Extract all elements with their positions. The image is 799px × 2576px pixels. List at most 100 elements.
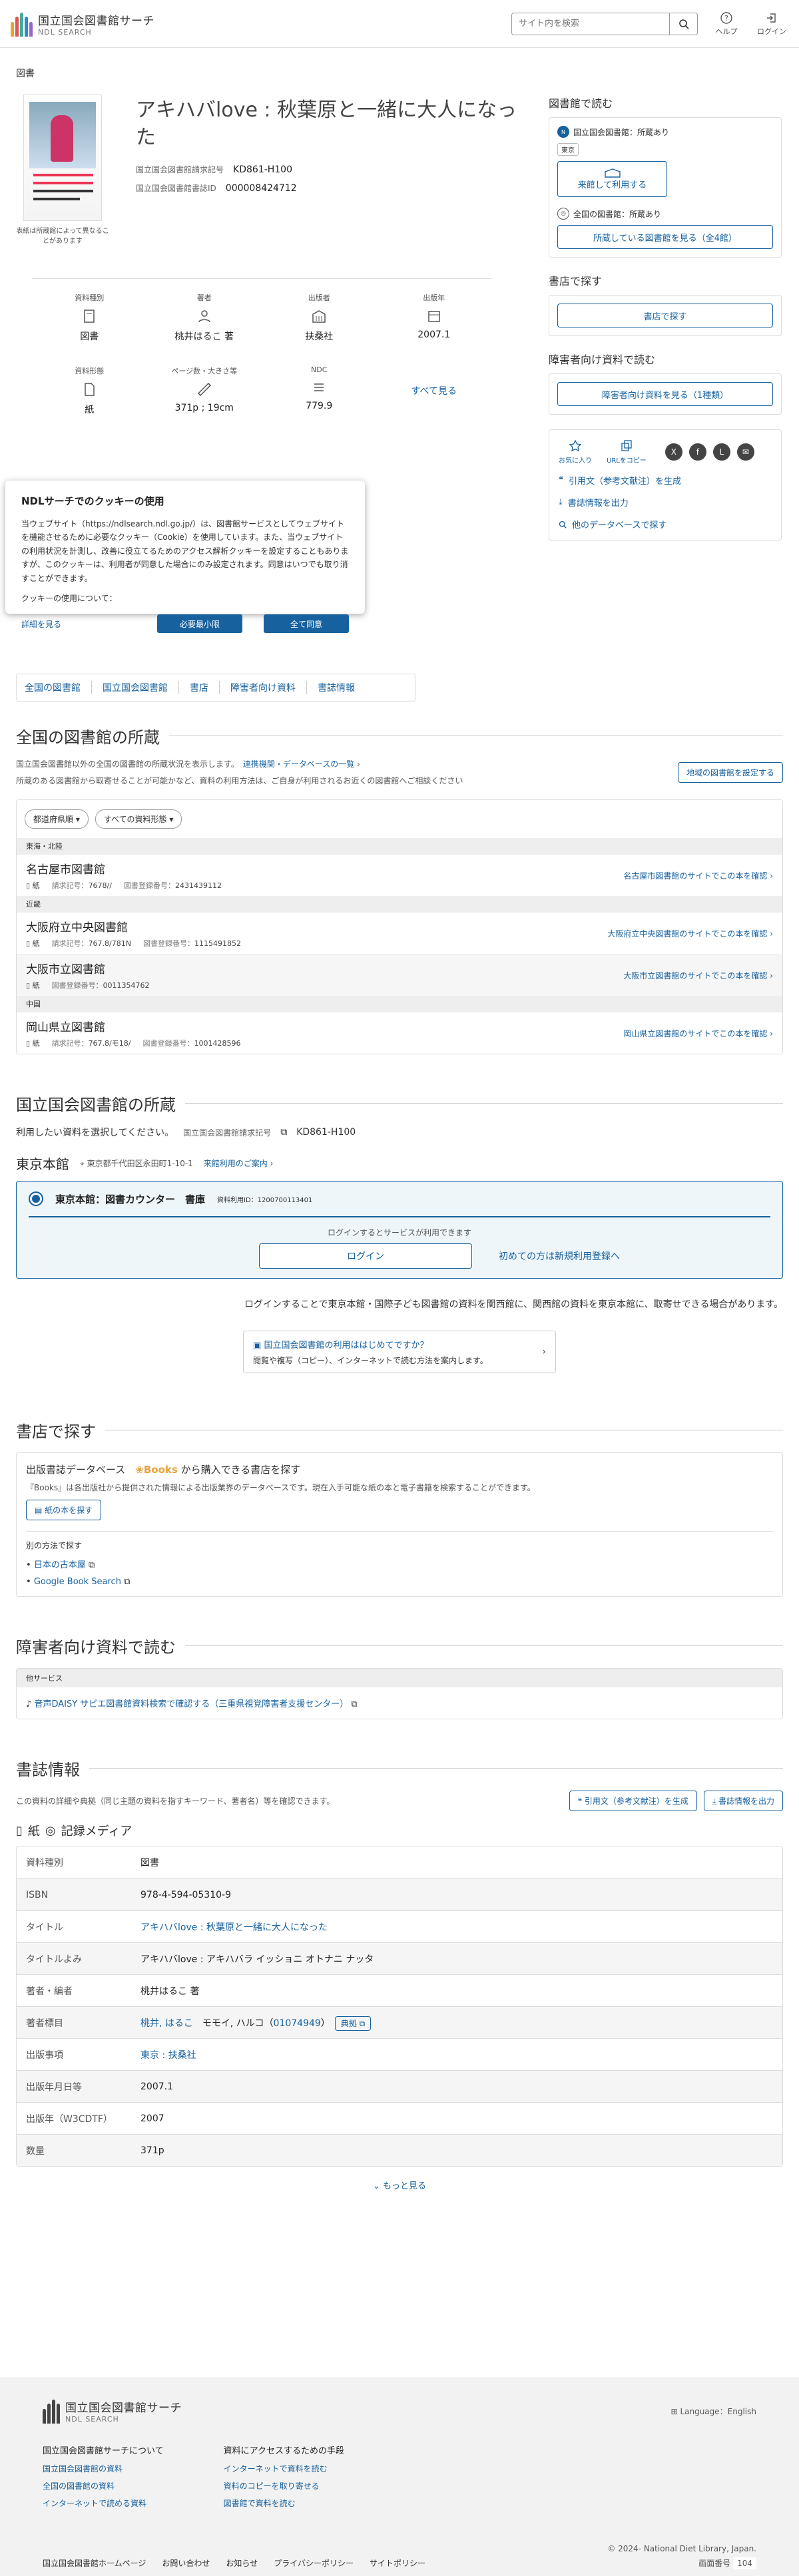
x-share-icon[interactable]: X (665, 443, 682, 461)
copy-url-button[interactable]: URLをコピー (607, 439, 647, 465)
nav-store[interactable]: 書店 (190, 681, 208, 694)
national-holdings-title: 全国の図書館の所蔵 (16, 724, 783, 748)
footer-link[interactable]: 全国の図書館の資料 (43, 2480, 164, 2491)
partner-list-link[interactable]: 連携機関・データベースの一覧 (243, 759, 354, 769)
search-button[interactable] (669, 13, 697, 35)
see-all-link[interactable]: すべて見る (388, 365, 481, 416)
footer-link[interactable]: 資料のコピーを取り寄せる (224, 2480, 344, 2491)
mail-share-icon[interactable]: ✉ (736, 443, 754, 461)
logo-icon (43, 2398, 60, 2424)
call-number-label: 国立国会図書館請求記号 (136, 165, 224, 174)
title-link[interactable]: アキハバlove : 秋葉原と一緒に大人になった (140, 1922, 328, 1933)
visit-guide-link[interactable]: 来館利用のご案内 › (204, 1158, 274, 1169)
format-filter-dropdown[interactable]: すべての資料形態 ▾ (95, 809, 182, 829)
authority-button[interactable]: 典拠 ⧉ (334, 2016, 372, 2031)
disability-title: 障害者向け資料で読む (16, 1634, 783, 1657)
paper-icon: ▯ 紙 (26, 939, 40, 948)
item-id: 資料利用ID：1200700113401 (217, 1196, 313, 1204)
ruler-icon (158, 380, 251, 399)
disability-panel: 他サービス ♪ 音声DAISY サピエ図書館資料検索で確認する（三重県視覚障害者… (16, 1668, 783, 1719)
footer-bottom-link[interactable]: 国立国会図書館ホームページ (43, 2559, 146, 2568)
footer-link[interactable]: インターネットで資料を読む (224, 2463, 344, 2474)
language-switch[interactable]: ⊞ Language：English (671, 2406, 756, 2417)
google-books-link[interactable]: Google Book Search (34, 1577, 121, 1587)
authority-id-link[interactable]: 01074949 (274, 2018, 321, 2029)
screen-number: 104 (733, 2557, 756, 2569)
store-desc: 『Books』は各出版社から提供された情報による出版業界のデータベースです。現在… (26, 1483, 535, 1492)
national-desc2: 所蔵のある図書館から取寄せることが可能かなど、資料の利用方法は、ご自身が利用され… (16, 776, 463, 785)
building-icon (604, 168, 621, 178)
nav-ndl[interactable]: 国立国会図書館 (103, 681, 168, 694)
login-button[interactable]: ログイン (259, 1243, 472, 1269)
set-region-button[interactable]: 地域の図書館を設定する (677, 761, 783, 783)
nav-disability[interactable]: 障害者向け資料 (230, 681, 296, 694)
disability-button[interactable]: 障害者向け資料を見る（1種類） (557, 382, 773, 406)
chevron-right-icon: › (542, 1347, 546, 1357)
footer-col1-title: 国立国会図書館サーチについて (43, 2446, 164, 2456)
cookie-title: NDLサーチでのクッキーの使用 (21, 495, 164, 507)
cookie-minimum-button[interactable]: 必要最小限 (157, 614, 242, 634)
all-libraries-button[interactable]: 所蔵している図書館を見る（全4館） (557, 225, 773, 249)
facebook-share-icon[interactable]: f (688, 443, 706, 461)
help-button[interactable]: ? ヘルプ (710, 11, 743, 37)
biblio-desc: この資料の詳細や典拠（同じ主題の資料を指すキーワード、著者名）等を確認できます。 (16, 1797, 335, 1806)
kosho-link[interactable]: 日本の古本屋 (34, 1560, 86, 1570)
item-radio[interactable] (29, 1191, 43, 1206)
library-site-link[interactable]: 大阪市立図書館のサイトでこの本を確認 › (623, 970, 773, 981)
nav-national-libraries[interactable]: 全国の図書館 (25, 681, 81, 694)
chevron-down-icon: ⌄ (372, 2181, 380, 2191)
cite-button[interactable]: ❝ 引用文（参考文献注）を生成 (569, 1791, 697, 1811)
library-site-link[interactable]: 大阪府立中央図書館のサイトでこの本を確認 › (607, 928, 773, 939)
cite-link[interactable]: ❝ 引用文（参考文献注）を生成 (559, 474, 772, 487)
nav-bibliography[interactable]: 書誌情報 (318, 681, 355, 694)
prefecture-sort-dropdown[interactable]: 都道府県順 ▾ (25, 809, 89, 829)
fact-type: 資料種別 図書 (43, 292, 136, 343)
footer-link[interactable]: インターネットで読める資料 (43, 2497, 164, 2509)
person-icon (158, 307, 251, 325)
search-input[interactable] (512, 13, 669, 35)
cookie-details-link[interactable]: 詳細を見る (21, 618, 61, 630)
visit-library-button[interactable]: 来館して利用する (557, 161, 667, 197)
library-row: 大阪市立図書館 ▯ 紙図書登録番号：0011354762 大阪市立図書館のサイトでこ… (17, 954, 782, 996)
publisher-link[interactable]: 東京 : 扶桑社 (140, 2050, 196, 2061)
favorite-button[interactable]: お気に入り (559, 439, 592, 465)
find-paper-book-button[interactable]: ▤ 紙の本を探す (26, 1500, 102, 1520)
library-name: 名古屋市図書館 (26, 863, 105, 877)
help-label: ヘルプ (715, 27, 738, 36)
footer-logo[interactable]: 国立国会図書館サーチ NDL SEARCH (43, 2398, 182, 2424)
library-site-link[interactable]: 岡山県立図書館のサイトでこの本を確認 › (623, 1028, 773, 1039)
register-link[interactable]: 初めての方は新規利用登録へ (499, 1249, 620, 1263)
footer-link[interactable]: 国立国会図書館の資料 (43, 2463, 164, 2474)
paper-icon: ▯ 紙 (26, 1039, 40, 1048)
calendar-icon (388, 307, 481, 325)
other-db-link[interactable]: 他のデータベースで探す (559, 518, 772, 531)
bib-id-label: 国立国会図書館書誌ID (136, 184, 216, 193)
store-title-side: 書店で探す (549, 275, 603, 288)
first-time-guide[interactable]: ▣ 国立国会図書館の利用ははじめてですか？ 閲覧や複写（コピー）、インターネットで… (243, 1331, 556, 1373)
cookie-accept-all-button[interactable]: 全て同意 (264, 614, 349, 634)
cover-note: 表紙は所蔵館によって異なることがあります (16, 228, 109, 245)
biblio-table: 資料種別 図書 ISBN 978-4-594-05310-9 タイトル アキハバlov… (16, 1846, 783, 2167)
line-share-icon[interactable]: L (712, 443, 730, 461)
store-button[interactable]: 書店で探す (557, 304, 773, 327)
copyright: © 2024- National Diet Library, Japan. (607, 2544, 756, 2553)
paper-icon: ▯ 紙 (26, 981, 40, 990)
footer-bottom-link[interactable]: サイトポリシー (370, 2559, 425, 2568)
author-link[interactable]: 桃井, はるこ (140, 2018, 193, 2029)
login-header-button[interactable]: ログイン (755, 11, 788, 37)
header: 国立国会図書館サーチ NDL SEARCH ? ヘルプ ログイン (0, 0, 799, 48)
other-methods-label: 別の方法で探す (26, 1531, 773, 1551)
export-link[interactable]: ⤓ 書誌情報を出力 (559, 496, 772, 509)
footer-link[interactable]: 図書館で資料を読む (224, 2497, 344, 2509)
footer-bottom-link[interactable]: プライバシーポリシー (274, 2559, 354, 2568)
footer-bottom-link[interactable]: お知らせ (226, 2559, 258, 2568)
national-desc: 国立国会図書館以外の全国の図書館の所蔵状況を表示します。 (16, 759, 235, 769)
footer-bottom-link[interactable]: お問い合わせ (162, 2559, 210, 2568)
library-site-link[interactable]: 名古屋市図書館のサイトでこの本を確認 › (623, 870, 773, 881)
show-more-link[interactable]: ⌄ もっと見る (373, 2181, 426, 2191)
daisy-link[interactable]: 音声DAISY サピエ図書館資料検索で確認する（三重県視覚障害者支援センター） (34, 1699, 348, 1709)
export-button[interactable]: ⤓ 書誌情報を出力 (703, 1791, 783, 1811)
read-at-library-title: 図書館で読む (549, 97, 613, 110)
library-row: 岡山県立図書館 ▯ 紙請求記号：767.8/モ18/図書登録番号：10014285… (17, 1012, 782, 1054)
site-logo[interactable]: 国立国会図書館サーチ NDL SEARCH (11, 11, 154, 37)
